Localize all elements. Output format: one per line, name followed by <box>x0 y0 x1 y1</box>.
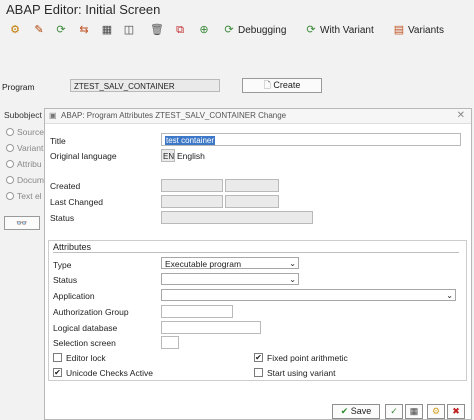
created-label: Created <box>50 181 81 191</box>
close-icon[interactable]: ✕ <box>457 109 465 123</box>
original-language-label: Original language <box>50 151 117 161</box>
subobjects-label: Subobject <box>4 110 42 120</box>
subobject-radio-text-elements[interactable] <box>6 192 14 200</box>
type-select[interactable]: Executable program ⌄ <box>161 257 299 269</box>
with-variant-button[interactable]: ⟳ With Variant <box>305 23 373 37</box>
status-select[interactable]: ⌄ <box>161 273 299 285</box>
last-changed-date-field <box>161 195 223 208</box>
editor-lock-checkbox[interactable] <box>53 353 62 362</box>
authorization-group-label: Authorization Group <box>53 307 129 317</box>
check-icon: ✔ <box>340 406 349 416</box>
document-icon: 🗋 <box>263 80 271 90</box>
authorization-group-input[interactable] <box>161 305 233 318</box>
debugging-button[interactable]: ⟳ Debugging <box>223 23 286 37</box>
program-input[interactable]: ZTEST_SALV_CONTAINER <box>70 79 220 92</box>
change-icon[interactable]: ✎ <box>32 23 46 37</box>
dialog-title: ABAP: Program Attributes ZTEST_SALV_CONT… <box>61 111 287 120</box>
logical-database-label: Logical database <box>53 323 118 333</box>
refresh-icon: ⚙ <box>431 406 441 416</box>
attributes-header: Attributes <box>53 242 92 252</box>
other-object-icon[interactable]: ⚙ <box>8 23 22 37</box>
subobject-radio-documentation[interactable] <box>6 176 14 184</box>
title-label: Title <box>50 136 66 146</box>
document-icon: ▦ <box>409 406 419 416</box>
variants-button[interactable]: ▤ Variants <box>393 23 444 37</box>
last-changed-label: Last Changed <box>50 197 103 207</box>
sap-icon: ▣ <box>49 111 57 120</box>
selection-screen-input[interactable] <box>161 336 179 349</box>
title-value: test container <box>165 136 216 145</box>
dialog-titlebar: ▣ ABAP: Program Attributes ZTEST_SALV_CO… <box>45 109 471 124</box>
subobject-label: Variant <box>17 143 44 153</box>
status-field <box>161 211 313 224</box>
program-label: Program <box>2 82 35 92</box>
subobject-label: Source <box>17 127 44 137</box>
subobject-radio-source[interactable] <box>6 128 14 136</box>
application-select[interactable]: ⌄ <box>161 289 456 301</box>
refresh-button[interactable]: ⚙ <box>427 404 445 419</box>
status-label: Status <box>50 213 75 223</box>
copy-icon[interactable]: ⧉ <box>173 23 187 37</box>
variant-exec-icon: ⟳ <box>306 24 316 36</box>
display-button[interactable]: 👓 <box>4 216 40 230</box>
start-variant-label: Start using variant <box>267 368 336 378</box>
fixed-point-label: Fixed point arithmetic <box>267 353 348 363</box>
variants-icon: ▤ <box>393 24 405 36</box>
type-label: Type <box>53 260 72 270</box>
chevron-down-icon: ⌄ <box>289 275 296 284</box>
created-by-field <box>225 179 279 192</box>
status2-label: Status <box>53 275 78 285</box>
subobject-label: Docum <box>17 175 44 185</box>
execute-icon[interactable]: ⊕ <box>197 23 211 37</box>
window-title: ABAP Editor: Initial Screen <box>6 2 161 17</box>
activate-icon[interactable]: ⇆ <box>77 23 91 37</box>
selection-screen-label: Selection screen <box>53 338 116 348</box>
logical-database-input[interactable] <box>161 321 261 334</box>
cancel-button[interactable]: ✖ <box>447 404 465 419</box>
display-object-icon[interactable]: ◫ <box>122 23 136 37</box>
unicode-label: Unicode Checks Active <box>66 368 153 378</box>
create-button[interactable]: 🗋 Create <box>242 78 322 93</box>
divider <box>53 252 459 253</box>
debug-icon: ⟳ <box>224 24 234 36</box>
glasses-icon: 👓 <box>16 218 28 228</box>
program-attributes-dialog: ▣ ABAP: Program Attributes ZTEST_SALV_CO… <box>44 108 472 420</box>
original-language-name: English <box>177 151 205 161</box>
where-used-button[interactable]: ▦ <box>405 404 423 419</box>
type-value: Executable program <box>165 259 242 269</box>
application-label: Application <box>53 291 95 301</box>
subobject-label: Attribu <box>17 159 42 169</box>
subobject-radio-variant[interactable] <box>6 144 14 152</box>
chevron-down-icon: ⌄ <box>446 291 453 300</box>
where-used-icon[interactable]: ▦ <box>100 23 114 37</box>
delete-icon[interactable]: 🗑 <box>150 23 164 37</box>
subobject-label: Text el <box>17 191 42 201</box>
attributes-check-button[interactable]: ✓ <box>385 404 403 419</box>
check-icon: ✓ <box>390 406 398 416</box>
last-changed-by-field <box>225 195 279 208</box>
check-icon[interactable]: ⟳ <box>54 23 68 37</box>
subobject-radio-attributes[interactable] <box>6 160 14 168</box>
unicode-checkbox[interactable]: ✔ <box>53 368 62 377</box>
chevron-down-icon: ⌄ <box>289 259 296 268</box>
original-language-input[interactable]: EN <box>161 149 175 162</box>
fixed-point-checkbox[interactable]: ✔ <box>254 353 263 362</box>
cancel-icon: ✖ <box>452 406 460 416</box>
editor-lock-label: Editor lock <box>66 353 106 363</box>
start-variant-checkbox[interactable] <box>254 368 263 377</box>
created-date-field <box>161 179 223 192</box>
save-button[interactable]: ✔ Save <box>332 404 380 419</box>
title-input[interactable]: test container <box>161 133 461 146</box>
application-toolbar: ⚙ ✎ ⟳ ⇆ ▦ ◫ 🗑 ⧉ ⊕ ⟳ Debugging ⟳ With Varia… <box>0 20 474 42</box>
